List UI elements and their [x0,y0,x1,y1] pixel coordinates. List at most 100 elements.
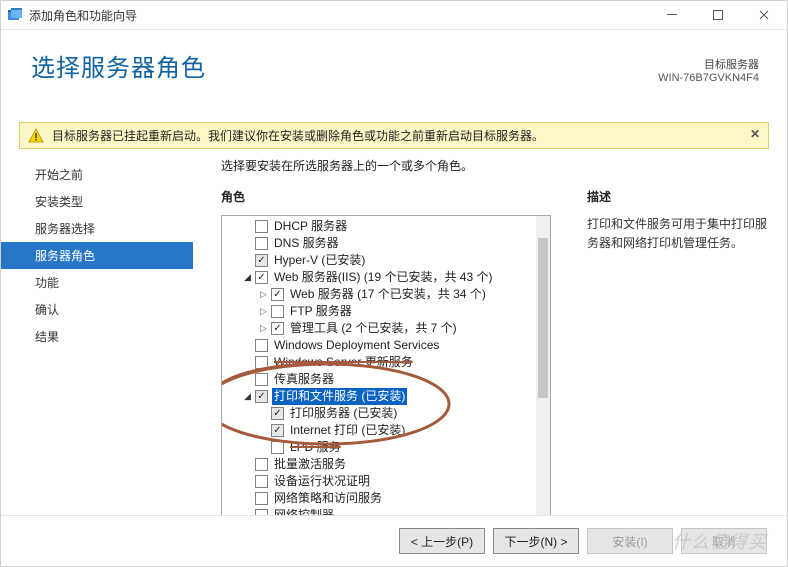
tree-row[interactable]: 设备运行状况证明 [222,473,536,490]
nav-step[interactable]: 服务器角色 [1,242,193,269]
tree-row[interactable]: 网络策略和访问服务 [222,490,536,507]
expander-none [258,408,269,419]
tree-row-label: 打印服务器 (已安装) [288,405,399,422]
header: 选择服务器角色 目标服务器 WIN-76B7GVKN4F4 [1,30,787,122]
tree-row-label: Internet 打印 (已安装) [288,422,407,439]
description-column: 描述 打印和文件服务可用于集中打印服务器和网络打印机管理任务。 [587,188,767,253]
expander-none [242,340,253,351]
tree-row-label: 网络策略和访问服务 [272,490,384,507]
next-button[interactable]: 下一步(N) > [493,528,579,554]
close-button[interactable] [741,1,787,29]
expander-none [242,476,253,487]
checkbox[interactable] [255,254,268,267]
checkbox[interactable] [271,305,284,318]
tree-row-label: 管理工具 (2 个已安装，共 7 个) [288,320,459,337]
tree-row-label: 传真服务器 [272,371,336,388]
tree-row[interactable]: 传真服务器 [222,371,536,388]
minimize-icon [667,10,677,20]
expander-closed-icon[interactable]: ▷ [258,289,269,300]
expander-none [258,442,269,453]
checkbox[interactable] [255,339,268,352]
watermark: 什么值得买 [672,528,767,554]
checkbox[interactable] [255,390,268,403]
checkbox[interactable] [255,475,268,488]
wizard-window: 添加角色和功能向导 选择服务器角色 目标服务器 WIN-76B7GVKN4F4 … [0,0,788,567]
tree-row-label: Web 服务器(IIS) (19 个已安装，共 43 个) [272,269,494,286]
roles-column: 角色 DHCP 服务器DNS 服务器Hyper-V (已安装) ◢ Web 服务器(… [221,188,551,517]
minimize-button[interactable] [649,1,695,29]
content: 选择要安装在所选服务器上的一个或多个角色。 角色 DHCP 服务器DNS 服务器… [193,157,787,517]
checkbox[interactable] [255,220,268,233]
checkbox[interactable] [271,288,284,301]
tree-row[interactable]: ▷ 管理工具 (2 个已安装，共 7 个) [222,320,536,337]
checkbox[interactable] [255,237,268,250]
install-button[interactable]: 安装(I) [587,528,673,554]
app-icon [7,7,23,23]
checkbox[interactable] [255,458,268,471]
expander-none [242,374,253,385]
tree-row-label: Windows Server 更新服务 [272,354,415,371]
back-button[interactable]: < 上一步(P) [399,528,485,554]
destination-server: 目标服务器 WIN-76B7GVKN4F4 [658,56,759,84]
footer: < 上一步(P) 下一步(N) > 安装(I) 取消 什么值得买 [1,515,787,566]
warning-text: 目标服务器已挂起重新启动。我们建议你在安装或删除角色或功能之前重新启动目标服务器… [52,127,544,144]
wizard-nav: 开始之前安装类型服务器选择服务器角色功能确认结果 [1,157,193,350]
scrollbar[interactable] [536,216,550,516]
nav-step[interactable]: 功能 [1,269,193,296]
roles-heading: 角色 [221,188,551,205]
tree-row[interactable]: LPD 服务 [222,439,536,456]
tree-row[interactable]: ◢打印和文件服务 (已安装) [222,388,536,405]
tree-row[interactable]: 批量激活服务 [222,456,536,473]
checkbox[interactable] [255,356,268,369]
expander-none [258,425,269,436]
tree-row[interactable]: Windows Server 更新服务 [222,354,536,371]
dest-label: 目标服务器 [658,56,759,72]
tree-row[interactable]: Internet 打印 (已安装) [222,422,536,439]
warning-icon [28,128,44,144]
instruction-text: 选择要安装在所选服务器上的一个或多个角色。 [221,157,767,174]
expander-closed-icon[interactable]: ▷ [258,306,269,317]
tree-row[interactable]: ▷ Web 服务器 (17 个已安装，共 34 个) [222,286,536,303]
page-title: 选择服务器角色 [31,48,757,83]
expander-none [242,255,253,266]
expander-open-icon[interactable]: ◢ [242,272,253,283]
maximize-button[interactable] [695,1,741,29]
nav-step[interactable]: 安装类型 [1,188,193,215]
tree-row-label: LPD 服务 [288,439,343,456]
titlebar: 添加角色和功能向导 [1,1,787,30]
tree-row-label: Web 服务器 (17 个已安装，共 34 个) [288,286,488,303]
expander-none [242,357,253,368]
close-icon [759,10,769,20]
tree-row-label: Hyper-V (已安装) [272,252,367,269]
tree-row[interactable]: ▷FTP 服务器 [222,303,536,320]
tree-row-label: DHCP 服务器 [272,218,349,235]
dest-value: WIN-76B7GVKN4F4 [658,72,759,84]
tree-row-label: 设备运行状况证明 [272,473,372,490]
warning-close-button[interactable]: ✕ [750,127,760,141]
nav-step[interactable]: 服务器选择 [1,215,193,242]
scrollbar-thumb[interactable] [538,238,548,398]
checkbox[interactable] [255,373,268,386]
checkbox[interactable] [255,271,268,284]
tree-row[interactable]: Windows Deployment Services [222,337,536,354]
checkbox[interactable] [255,492,268,505]
expander-none [242,238,253,249]
checkbox[interactable] [271,424,284,437]
nav-step[interactable]: 结果 [1,323,193,350]
expander-closed-icon[interactable]: ▷ [258,323,269,334]
expander-none [242,221,253,232]
tree-row[interactable]: Hyper-V (已安装) [222,252,536,269]
expander-open-icon[interactable]: ◢ [242,391,253,402]
checkbox[interactable] [271,322,284,335]
tree-row[interactable]: 打印服务器 (已安装) [222,405,536,422]
checkbox[interactable] [271,407,284,420]
window-title: 添加角色和功能向导 [29,7,649,24]
tree-row[interactable]: ◢ Web 服务器(IIS) (19 个已安装，共 43 个) [222,269,536,286]
tree-row[interactable]: DNS 服务器 [222,235,536,252]
nav-step[interactable]: 确认 [1,296,193,323]
checkbox[interactable] [271,441,284,454]
expander-none [242,459,253,470]
tree-row[interactable]: DHCP 服务器 [222,218,536,235]
roles-listbox[interactable]: DHCP 服务器DNS 服务器Hyper-V (已安装) ◢ Web 服务器(IIS… [221,215,551,517]
nav-step[interactable]: 开始之前 [1,161,193,188]
